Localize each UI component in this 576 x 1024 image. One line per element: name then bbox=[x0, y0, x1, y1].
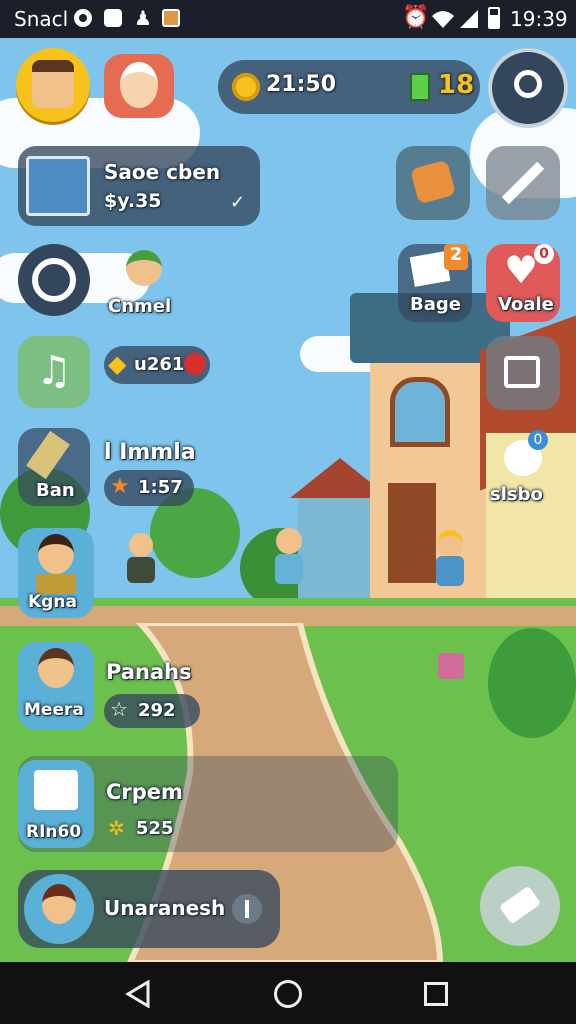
coin-count: 21:50 bbox=[266, 72, 337, 97]
heart-button[interactable]: ♥ 0 Voale bbox=[486, 244, 560, 322]
quest-card[interactable]: Saoe cben $y.35 ✓ bbox=[18, 146, 260, 226]
sword-icon bbox=[26, 430, 70, 480]
music-button[interactable]: ♫ bbox=[18, 336, 90, 408]
image-icon bbox=[162, 9, 180, 27]
shield-icon: ◆ bbox=[108, 350, 127, 378]
status-time: 19:39 bbox=[510, 7, 568, 31]
battery-icon bbox=[488, 7, 500, 29]
player-avatar-button[interactable] bbox=[16, 48, 90, 122]
status-bar: Snacl ♟ ⏰ 19:39 bbox=[0, 0, 576, 38]
bush bbox=[488, 628, 576, 738]
list-item-thumbnail: Meera bbox=[18, 642, 94, 730]
system-nav-bar bbox=[0, 962, 576, 1024]
settings-button[interactable] bbox=[486, 336, 560, 410]
circle-record-icon bbox=[74, 9, 92, 27]
character-portrait-button[interactable] bbox=[104, 54, 174, 118]
character-label: Kgna bbox=[28, 592, 77, 612]
eraser-button[interactable] bbox=[480, 866, 560, 946]
npc-character[interactable] bbox=[125, 533, 157, 603]
badge-label: Bage bbox=[410, 294, 461, 315]
map-button[interactable] bbox=[396, 146, 470, 220]
star-icon: ☆ bbox=[110, 697, 128, 721]
list-item-title: Panahs bbox=[106, 660, 192, 684]
list-item-value-pill: ☆ 292 bbox=[104, 694, 200, 728]
character-card[interactable]: Kgna bbox=[18, 528, 94, 618]
friend-slot[interactable]: Cnmel bbox=[104, 244, 184, 322]
list-item[interactable]: RIn60 Crpem ✲ 525 bbox=[18, 756, 398, 852]
item-title: l Immla bbox=[104, 440, 196, 465]
bottom-label: Unaranesh bbox=[104, 896, 226, 920]
list-item-value: 525 bbox=[136, 818, 174, 839]
profile-button[interactable] bbox=[492, 52, 564, 124]
gem-icon bbox=[410, 73, 430, 101]
item-slot[interactable]: Ban bbox=[18, 428, 90, 506]
list-item-sub: RIn60 bbox=[26, 822, 82, 842]
alarm-icon: ⏰ bbox=[402, 5, 430, 30]
npc-slot[interactable]: 0 slsbo bbox=[486, 430, 566, 514]
status-app-name: Snacl bbox=[14, 7, 69, 31]
bottom-profile-bar[interactable]: Unaranesh bbox=[18, 870, 280, 948]
heart-icon: ♥ bbox=[504, 248, 539, 292]
wifi-icon bbox=[432, 11, 454, 28]
quest-value: $y.35 bbox=[104, 190, 162, 212]
chat-bubble-icon bbox=[32, 258, 76, 302]
friend-label: Cnmel bbox=[108, 296, 172, 317]
eraser-icon bbox=[498, 885, 542, 925]
alert-badge bbox=[184, 353, 206, 375]
list-item-title: Crpem bbox=[106, 780, 183, 804]
user-icon bbox=[514, 70, 542, 98]
tag-icon bbox=[409, 159, 457, 205]
npc-label: slsbo bbox=[490, 484, 543, 505]
npc-count: 0 bbox=[528, 430, 548, 450]
badge-count: 2 bbox=[444, 244, 468, 270]
gem-count: 18 bbox=[438, 70, 475, 100]
item-sub: Ban bbox=[36, 480, 75, 501]
npc-character[interactable] bbox=[432, 530, 468, 606]
bottom-avatar bbox=[24, 874, 94, 944]
pen-paper-icon bbox=[504, 356, 540, 388]
list-item[interactable]: Meera Panahs ☆ 292 bbox=[18, 642, 278, 734]
chat-button[interactable] bbox=[18, 244, 90, 316]
toggle-icon[interactable] bbox=[232, 894, 262, 924]
pencil-icon bbox=[501, 161, 545, 205]
document-icon bbox=[34, 770, 78, 810]
list-item-value: 292 bbox=[138, 700, 176, 721]
shield-counter: ◆ u2610 bbox=[104, 346, 210, 384]
item-timer-value: 1:57 bbox=[138, 477, 183, 498]
check-icon: ✓ bbox=[230, 192, 246, 213]
heart-label: Voale bbox=[498, 294, 554, 315]
star-icon: ★ bbox=[110, 474, 130, 499]
list-item-sub: Meera bbox=[24, 700, 84, 720]
currency-bar: 21:50 18 bbox=[218, 60, 480, 114]
gear-icon: ✲ bbox=[108, 816, 125, 840]
list-item-thumbnail: RIn60 bbox=[18, 760, 94, 848]
heart-count: 0 bbox=[534, 244, 554, 264]
coin-icon bbox=[232, 73, 260, 101]
pink-block bbox=[438, 653, 464, 679]
edit-button[interactable] bbox=[486, 146, 560, 220]
quest-image-icon bbox=[26, 156, 90, 216]
badge-button[interactable]: 2 Bage bbox=[398, 244, 472, 322]
recents-icon[interactable] bbox=[424, 982, 448, 1006]
puzzle-icon: ♟ bbox=[134, 6, 152, 30]
home-icon[interactable] bbox=[274, 980, 302, 1008]
signal-icon bbox=[460, 10, 478, 28]
npc-character[interactable] bbox=[272, 528, 306, 604]
item-timer: ★ 1:57 bbox=[104, 470, 194, 506]
quest-title: Saoe cben bbox=[104, 160, 221, 184]
message-icon bbox=[104, 9, 122, 27]
music-note-icon: ♫ bbox=[36, 348, 72, 394]
back-icon[interactable] bbox=[124, 980, 152, 1008]
